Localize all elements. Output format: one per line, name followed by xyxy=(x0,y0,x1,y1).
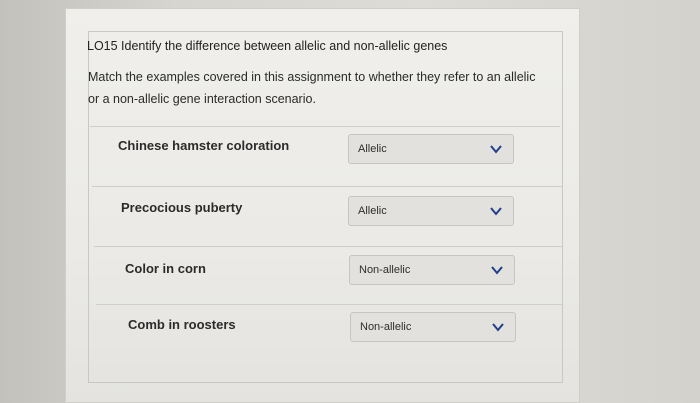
divider xyxy=(90,126,560,127)
chevron-down-icon xyxy=(489,204,503,218)
match-item-label: Precocious puberty xyxy=(121,200,243,215)
match-dropdown[interactable]: Allelic xyxy=(348,134,514,164)
dropdown-selected-value: Non-allelic xyxy=(360,321,412,333)
dropdown-selected-value: Allelic xyxy=(358,143,387,155)
match-item-label: Comb in roosters xyxy=(128,317,236,332)
question-title: LO15 Identify the difference between all… xyxy=(87,39,448,53)
dropdown-selected-value: Non-allelic xyxy=(359,264,411,276)
match-dropdown[interactable]: Non-allelic xyxy=(350,312,516,342)
match-dropdown[interactable]: Non-allelic xyxy=(349,255,515,285)
divider xyxy=(96,304,562,305)
match-dropdown[interactable]: Allelic xyxy=(348,196,514,226)
divider xyxy=(94,246,562,247)
question-instructions: Match the examples covered in this assig… xyxy=(88,70,536,106)
chevron-down-icon xyxy=(490,263,504,277)
chevron-down-icon xyxy=(489,142,503,156)
match-item-label: Color in corn xyxy=(125,261,206,276)
match-item-label: Chinese hamster coloration xyxy=(118,138,290,153)
divider xyxy=(92,186,562,187)
screen: LO15 Identify the difference between all… xyxy=(0,0,700,403)
dropdown-selected-value: Allelic xyxy=(358,205,387,217)
chevron-down-icon xyxy=(491,320,505,334)
